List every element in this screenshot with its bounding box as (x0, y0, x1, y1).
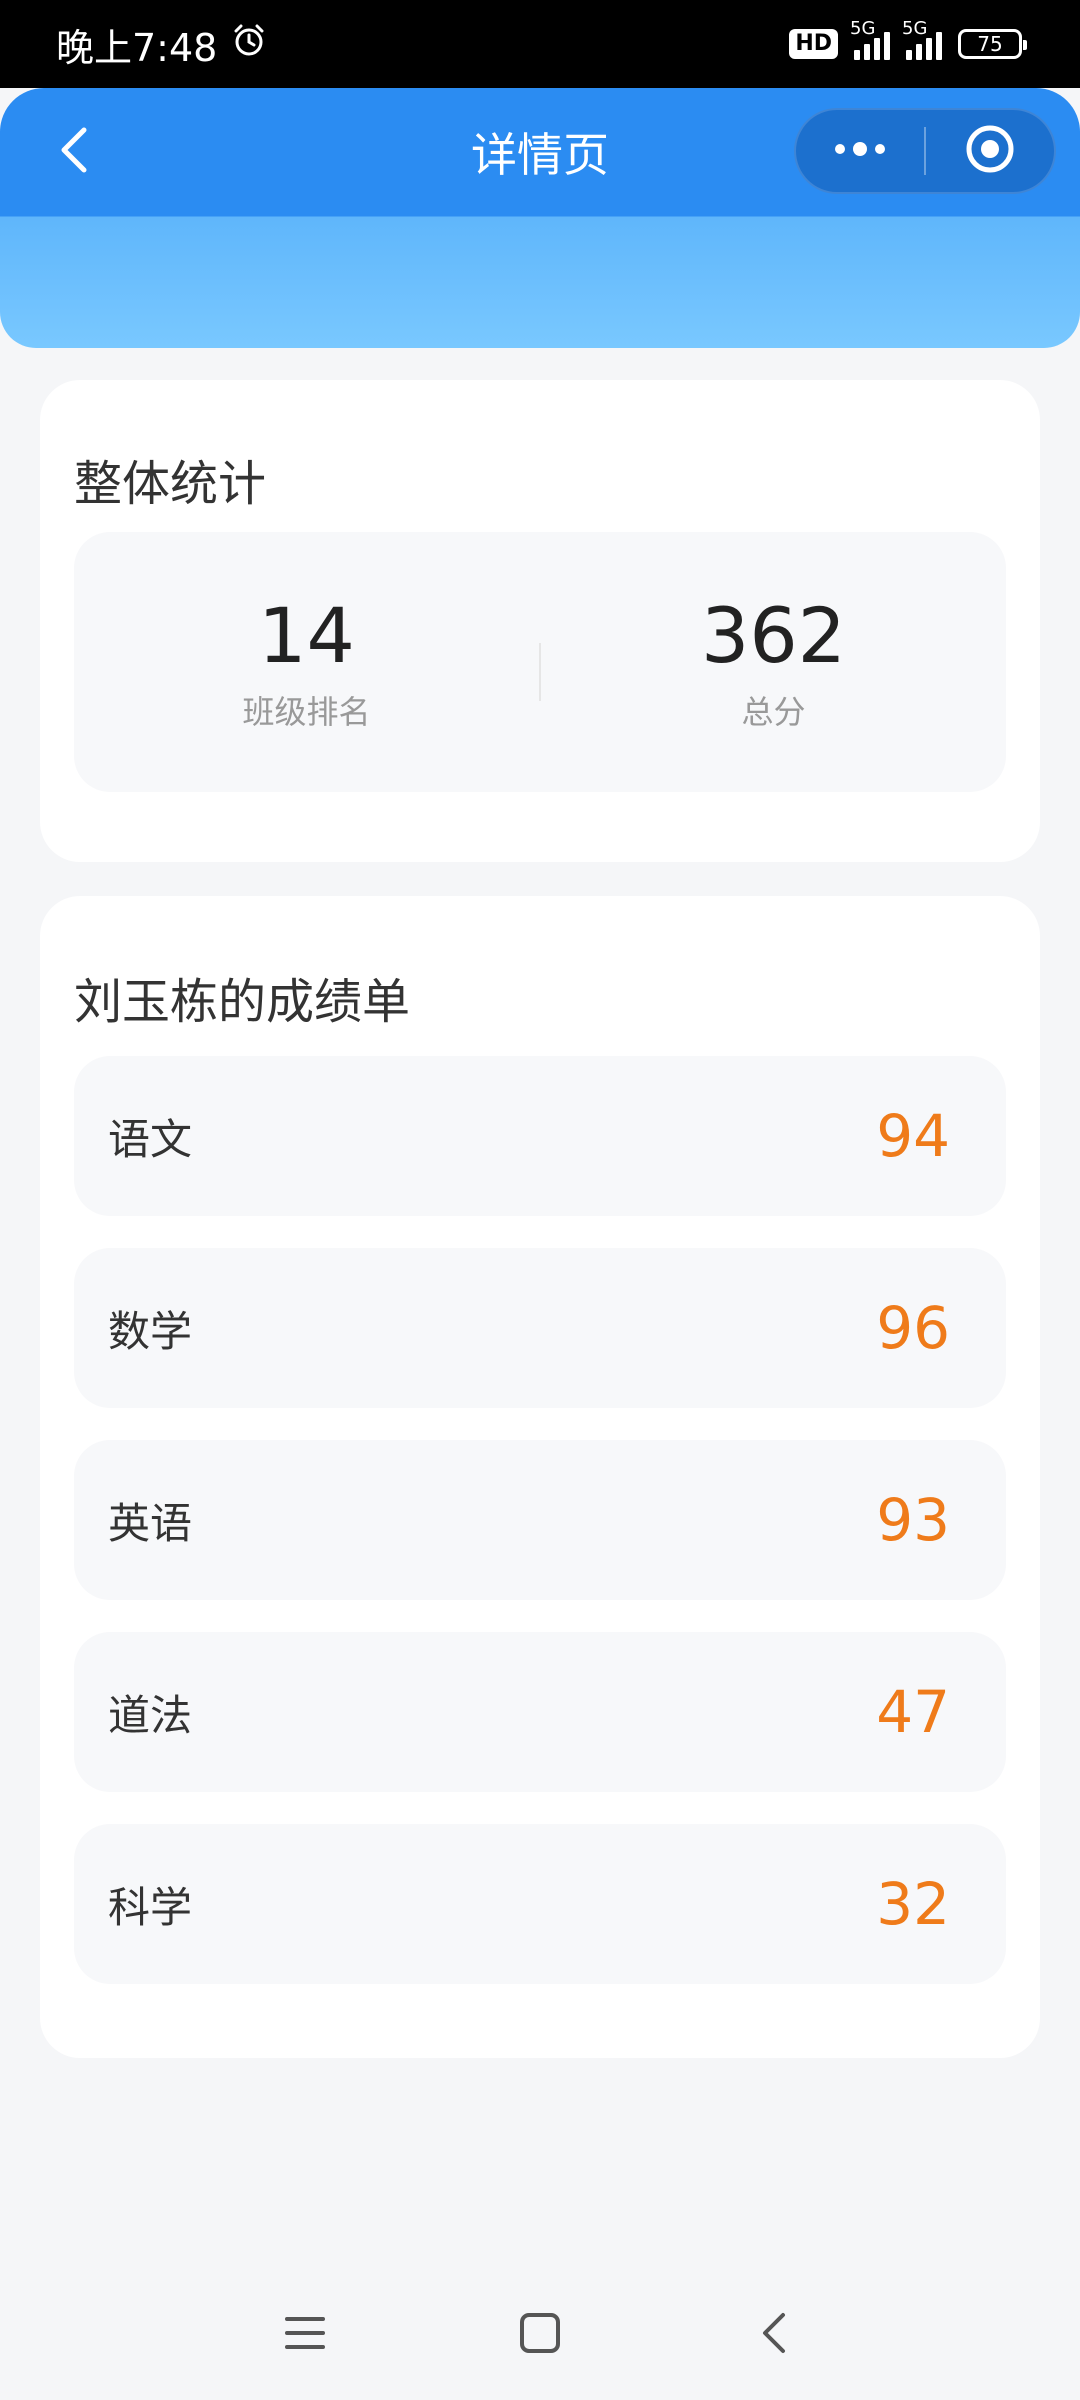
status-time: 晚上7:48 (56, 25, 218, 70)
hd-badge: HD (789, 29, 838, 59)
subject-score: 93 (876, 1486, 950, 1554)
system-navigation-bar (0, 2280, 1080, 2390)
alarm-icon (231, 22, 267, 67)
battery-icon: 75 (958, 29, 1027, 59)
grade-report-title: 刘玉栋的成绩单 (74, 974, 411, 1030)
overall-stats-card: 整体统计 14 班级排名 362 总分 (40, 380, 1040, 862)
subject-score: 96 (876, 1294, 950, 1362)
grade-row-english[interactable]: 英语 93 (74, 1440, 1006, 1600)
grade-report-card: 刘玉栋的成绩单 语文 94 数学 96 英语 93 道法 47 科学 32 (40, 896, 1040, 2058)
back-button[interactable] (36, 114, 112, 190)
grade-row-chinese[interactable]: 语文 94 (74, 1056, 1006, 1216)
status-bar: 晚上7:48 HD 5G 5G 75 (0, 0, 1080, 88)
target-circle-icon (964, 123, 1016, 179)
stat-class-rank: 14 班级排名 (74, 591, 539, 733)
signal-icon: 5G (850, 18, 890, 60)
chevron-left-icon (54, 124, 94, 180)
total-score-value: 362 (700, 591, 847, 680)
network-type-2: 5G (902, 18, 928, 39)
grade-row-morality-law[interactable]: 道法 47 (74, 1632, 1006, 1792)
more-dots-icon (830, 139, 890, 163)
battery-level: 75 (977, 32, 1003, 56)
overall-stats-title: 整体统计 (74, 456, 267, 512)
page-title: 详情页 (471, 128, 609, 182)
stat-total-score: 362 总分 (541, 591, 1006, 733)
mini-program-capsule (794, 108, 1056, 194)
class-rank-label: 班级排名 (242, 693, 371, 731)
more-button[interactable] (796, 110, 924, 192)
subject-score: 47 (876, 1678, 950, 1746)
header: 详情页 (0, 88, 1080, 348)
home-button[interactable] (505, 2300, 575, 2370)
network-type: 5G (850, 18, 876, 39)
subject-name: 数学 (108, 1306, 193, 1356)
subject-score: 32 (876, 1870, 950, 1938)
signal-icon-2: 5G (902, 18, 942, 60)
grade-row-math[interactable]: 数学 96 (74, 1248, 1006, 1408)
chevron-back-icon (755, 2309, 795, 2361)
stats-box: 14 班级排名 362 总分 (74, 532, 1006, 792)
total-score-label: 总分 (741, 693, 806, 731)
subject-name: 科学 (108, 1882, 193, 1932)
grade-row-science[interactable]: 科学 32 (74, 1824, 1006, 1984)
subject-name: 英语 (108, 1498, 193, 1548)
subject-name: 语文 (108, 1114, 193, 1164)
close-button[interactable] (926, 110, 1054, 192)
status-left: 晚上7:48 (56, 17, 267, 72)
subject-name: 道法 (108, 1690, 193, 1740)
recent-apps-button[interactable] (270, 2300, 340, 2370)
square-home-icon (518, 2311, 562, 2359)
nav-bar: 详情页 (0, 88, 1080, 216)
menu-icon (283, 2313, 327, 2357)
subject-score: 94 (876, 1102, 950, 1170)
class-rank-value: 14 (258, 591, 355, 680)
system-back-button[interactable] (740, 2300, 810, 2370)
status-right: HD 5G 5G 75 (789, 18, 1027, 60)
